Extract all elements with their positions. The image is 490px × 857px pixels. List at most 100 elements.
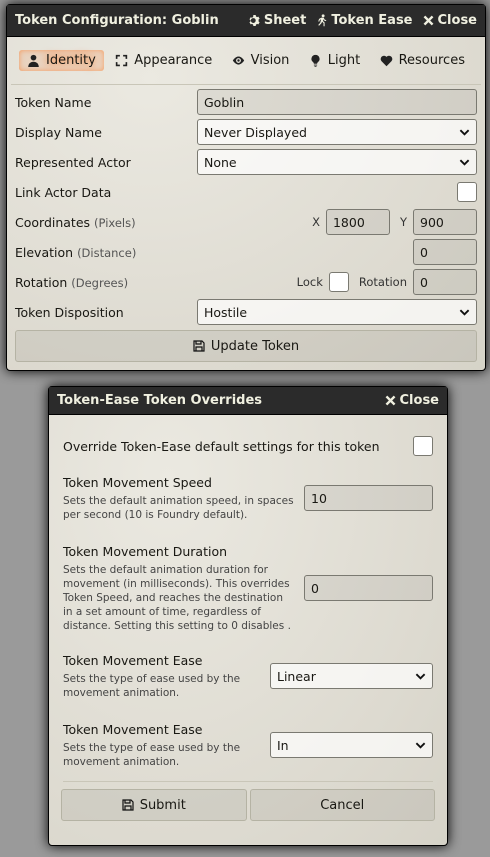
ease1-select[interactable]: Linear [270, 663, 433, 689]
update-token-label: Update Token [210, 338, 300, 354]
user-icon [28, 54, 39, 67]
elevation-input[interactable]: 0 [413, 239, 477, 265]
rotation-group: Lock Rotation 0 [197, 269, 477, 295]
submit-label: Submit [139, 797, 186, 813]
save-icon [193, 340, 205, 352]
disposition-value: Hostile [204, 304, 248, 320]
token-config-header[interactable]: Token Configuration: Goblin Sheet Token … [7, 5, 485, 37]
rotation-sublabel: Rotation [358, 275, 407, 289]
link-actor-row: Link Actor Data [15, 177, 477, 207]
tab-resources[interactable]: Resources [372, 50, 473, 71]
save-icon [122, 799, 134, 811]
overrides-close-button[interactable]: Close [384, 393, 439, 408]
tab-label: Resources [398, 53, 465, 68]
override-label: Override Token-Ease default settings for… [63, 438, 380, 454]
identity-form: Token Name Goblin Display Name Never Dis… [7, 85, 485, 362]
elevation-label-text: Elevation [15, 244, 74, 260]
ease2-value: In [277, 737, 289, 753]
submit-button[interactable]: Submit [61, 789, 247, 821]
represented-actor-label: Represented Actor [15, 154, 131, 170]
duration-text: Token Movement Duration Sets the default… [63, 544, 304, 633]
coordinates-row: Coordinates (Pixels) X 1800 Y 900 [15, 207, 477, 237]
ease2-select[interactable]: In [270, 732, 433, 758]
close-button[interactable]: Close [422, 13, 477, 28]
ease1-title: Token Movement Ease [63, 652, 203, 668]
display-name-row: Display Name Never Displayed [15, 117, 477, 147]
duration-input[interactable]: 0 [304, 575, 433, 601]
rotation-label-text: Rotation [15, 274, 68, 290]
ease-section-1: Token Movement Ease Sets the type of eas… [63, 643, 433, 709]
update-token-button[interactable]: Update Token [15, 330, 477, 362]
display-name-label: Display Name [15, 124, 102, 140]
ease2-title: Token Movement Ease [63, 721, 203, 737]
rotation-input[interactable]: 0 [413, 269, 477, 295]
ease2-text: Token Movement Ease Sets the type of eas… [63, 722, 270, 769]
cancel-button[interactable]: Cancel [249, 789, 435, 821]
lock-rotation-checkbox[interactable] [328, 272, 349, 292]
y-label: Y [399, 215, 407, 229]
cancel-label: Cancel [320, 797, 365, 813]
chevron-down-icon [459, 159, 470, 166]
running-icon [318, 14, 327, 27]
token-name-row: Token Name Goblin [15, 87, 477, 117]
token-name-input[interactable]: Goblin [197, 89, 477, 115]
overrides-title: Token-Ease Token Overrides [57, 393, 263, 408]
chevron-down-icon [459, 129, 470, 136]
close-icon [385, 395, 395, 406]
close-label: Close [437, 13, 477, 28]
tab-appearance[interactable]: Appearance [107, 50, 220, 71]
display-name-value: Never Displayed [204, 124, 307, 140]
token-ease-button[interactable]: Token Ease [315, 13, 413, 28]
expand-icon [116, 54, 128, 67]
lightbulb-icon [311, 54, 320, 67]
duration-desc: Sets the default animation duration for … [63, 563, 291, 632]
chevron-down-icon [459, 309, 470, 316]
rotation-hint: (Degrees) [71, 275, 129, 290]
overrides-body: Override Token-Ease default settings for… [49, 415, 447, 782]
close-icon [423, 15, 433, 26]
rotation-row: Rotation (Degrees) Lock Rotation 0 [15, 267, 477, 297]
chevron-down-icon [415, 673, 426, 680]
represented-actor-row: Represented Actor None [15, 147, 477, 177]
duration-title: Token Movement Duration [63, 543, 228, 559]
gear-icon [249, 15, 260, 26]
elevation-group: 0 [197, 239, 477, 265]
link-actor-checkbox[interactable] [457, 182, 477, 202]
token-name-label: Token Name [15, 94, 92, 110]
speed-desc: Sets the default animation speed, in spa… [63, 494, 294, 521]
tab-label: Identity [46, 53, 96, 68]
tab-bar: Identity Appearance Vision Light Resourc… [11, 37, 481, 85]
tab-light[interactable]: Light [301, 50, 368, 71]
ease1-value: Linear [277, 668, 316, 684]
disposition-label: Token Disposition [15, 304, 124, 320]
override-checkbox[interactable] [413, 436, 433, 456]
rotation-label: Rotation (Degrees) [15, 275, 197, 290]
y-input[interactable]: 900 [413, 209, 477, 235]
speed-text: Token Movement Speed Sets the default an… [63, 475, 304, 522]
chevron-down-icon [415, 742, 426, 749]
speed-section: Token Movement Speed Sets the default an… [63, 463, 433, 533]
x-label: X [312, 215, 320, 229]
overrides-close-label: Close [399, 393, 439, 408]
coordinates-hint: (Pixels) [94, 215, 136, 230]
lock-label: Lock [296, 275, 323, 289]
represented-actor-value: None [204, 154, 237, 170]
display-name-select[interactable]: Never Displayed [197, 119, 477, 145]
sheet-button[interactable]: Sheet [248, 13, 306, 28]
elevation-row: Elevation (Distance) 0 [15, 237, 477, 267]
link-actor-group [197, 182, 477, 202]
tab-label: Light [327, 53, 361, 68]
tab-identity[interactable]: Identity [19, 50, 104, 71]
represented-actor-select[interactable]: None [197, 149, 477, 175]
disposition-select[interactable]: Hostile [197, 299, 477, 325]
token-config-window: Token Configuration: Goblin Sheet Token … [6, 4, 486, 371]
speed-input[interactable]: 10 [304, 485, 433, 511]
tab-vision[interactable]: Vision [224, 50, 298, 71]
heart-icon [380, 55, 392, 67]
eye-icon [232, 56, 244, 65]
link-actor-label: Link Actor Data [15, 184, 112, 200]
speed-title: Token Movement Speed [63, 474, 212, 490]
token-ease-overrides-window: Token-Ease Token Overrides Close Overrid… [48, 386, 448, 846]
x-input[interactable]: 1800 [325, 209, 390, 235]
overrides-header[interactable]: Token-Ease Token Overrides Close [49, 387, 447, 415]
